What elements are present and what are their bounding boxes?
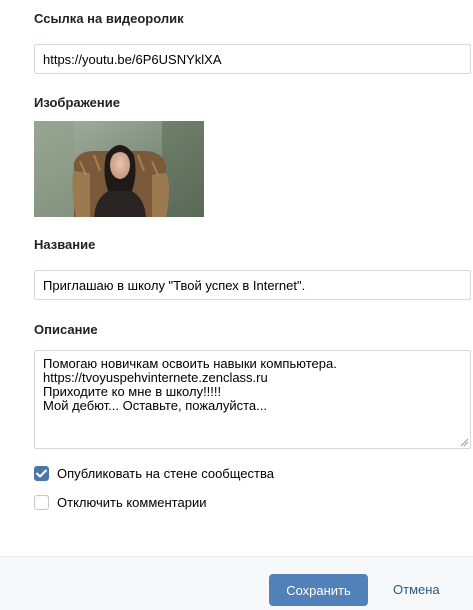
publish-on-wall-checkbox[interactable]	[34, 465, 49, 481]
publish-on-wall-label: Опубликовать на стене сообщества	[57, 465, 274, 481]
disable-comments-checkbox[interactable]	[34, 494, 49, 510]
resize-handle-icon[interactable]	[459, 437, 469, 447]
video-link-label: Ссылка на видеоролик	[34, 11, 184, 26]
title-label: Название	[34, 237, 96, 252]
form-footer: Сохранить Отмена	[0, 556, 473, 610]
title-input[interactable]	[34, 270, 471, 300]
thumbnail-image	[34, 121, 204, 217]
cancel-button[interactable]: Отмена	[393, 574, 440, 606]
image-label: Изображение	[34, 95, 120, 110]
checkmark-icon	[36, 469, 47, 477]
disable-comments-option[interactable]: Отключить комментарии	[34, 492, 206, 512]
publish-on-wall-option[interactable]: Опубликовать на стене сообщества	[34, 463, 274, 483]
video-link-input[interactable]	[34, 44, 471, 74]
description-textarea[interactable]: Помогаю новичкам освоить навыки компьюте…	[34, 350, 471, 449]
save-button[interactable]: Сохранить	[269, 574, 368, 606]
edit-video-form: Ссылка на видеоролик Изображение	[0, 0, 473, 610]
video-thumbnail[interactable]	[34, 121, 204, 217]
disable-comments-label: Отключить комментарии	[57, 494, 207, 510]
description-label: Описание	[34, 322, 98, 337]
